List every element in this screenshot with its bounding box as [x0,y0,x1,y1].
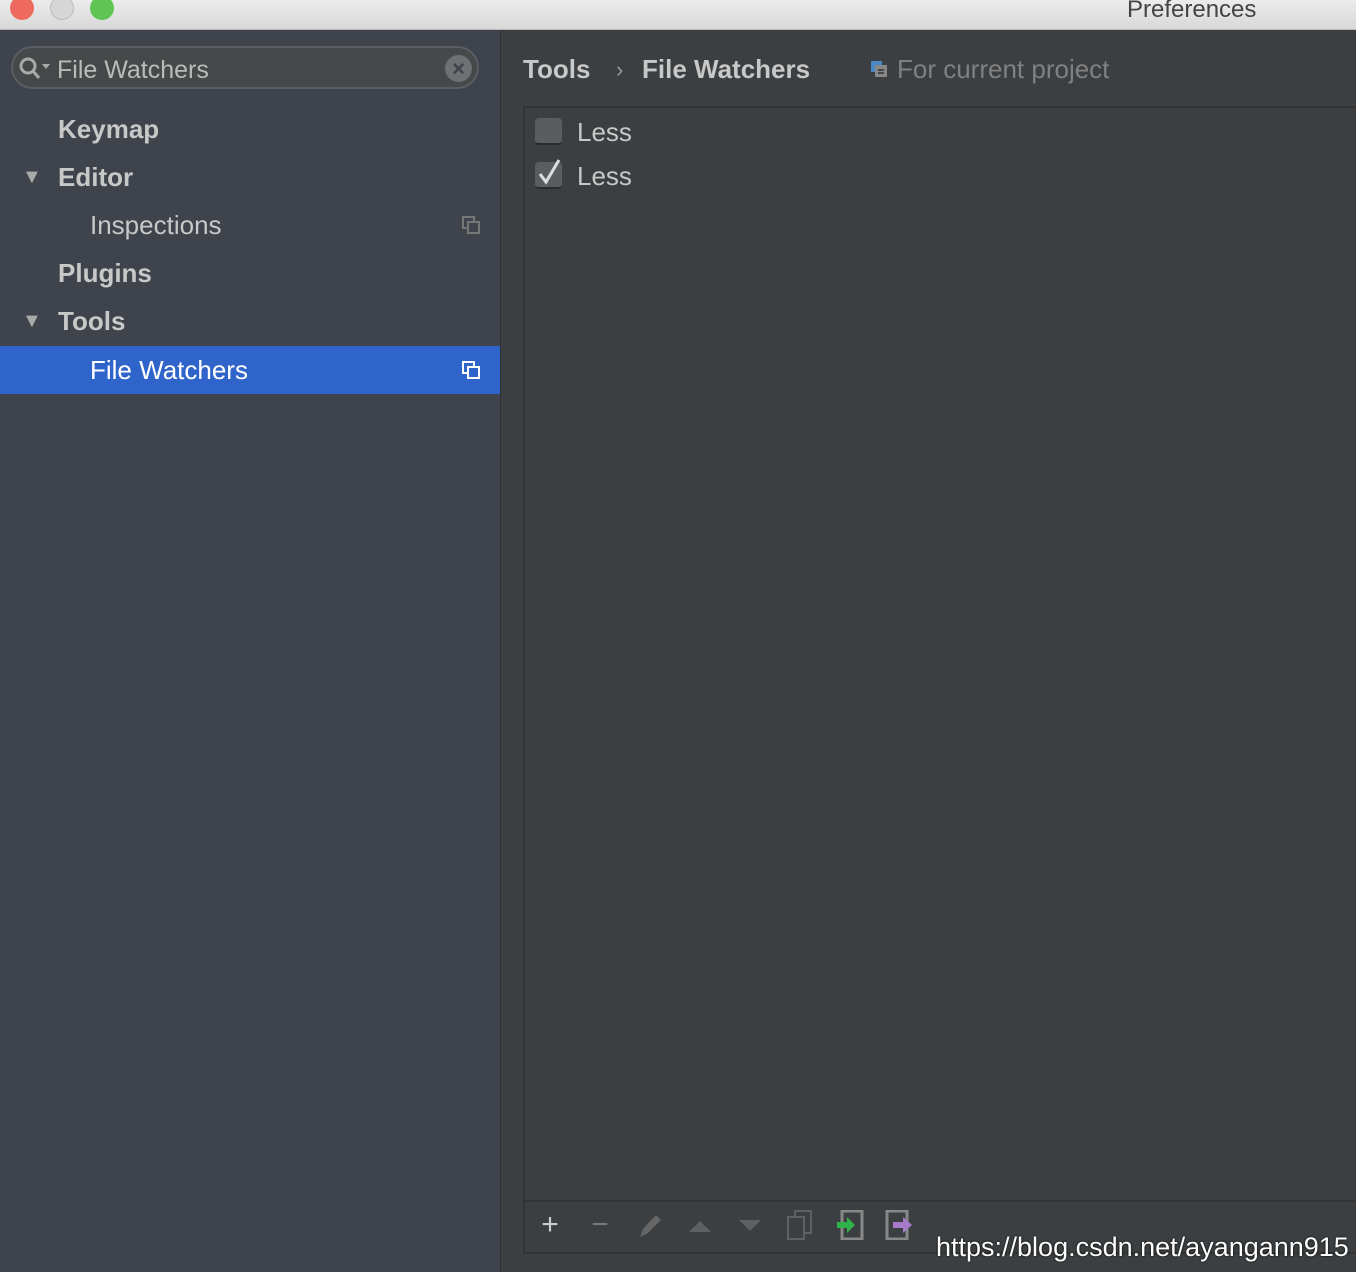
breadcrumb-separator: › [616,57,624,82]
move-up-icon[interactable] [685,1210,715,1240]
sidebar-item-keymap[interactable]: Keymap [0,105,500,153]
sidebar-item-file-watchers[interactable]: File Watchers [0,346,500,394]
zoom-window-button[interactable] [90,0,114,20]
minimize-window-button[interactable] [50,0,74,20]
watermark: https://blog.csdn.net/ayangann915 [936,1232,1349,1262]
project-scope-icon [462,361,480,379]
sidebar-item-editor[interactable]: ▼ Editor [0,153,500,201]
close-window-button[interactable] [10,0,34,20]
project-scope-icon [871,61,887,77]
window-title: Preferences [1127,0,1257,23]
sidebar-item-inspections[interactable]: Inspections [0,201,500,249]
sidebar-item-tools[interactable]: ▼ Tools [0,297,500,345]
checkbox-checked[interactable] [535,159,562,189]
sidebar-item-plugins[interactable]: Plugins [0,249,500,297]
import-icon[interactable] [835,1210,865,1240]
breadcrumb-current: File Watchers [642,54,811,84]
scope-label: For current project [897,54,1110,84]
watchers-list: Less Less [523,106,1356,1202]
search-value: File Watchers [57,56,209,84]
search-icon[interactable] [18,56,54,82]
clear-search-icon[interactable]: × [445,55,472,82]
search-input[interactable]: File Watchers × [11,46,479,89]
checkmark-icon [538,159,561,185]
main-panel: Tools › File Watchers For current projec… [502,30,1356,1272]
expanded-arrow-icon[interactable]: ▼ [22,297,42,345]
copy-icon[interactable] [785,1210,815,1240]
sidebar: File Watchers × Keymap ▼ Editor Inspectio… [0,30,501,1272]
move-down-icon[interactable] [735,1210,765,1240]
remove-icon[interactable]: − [585,1210,615,1240]
add-icon[interactable]: + [535,1210,565,1240]
project-scope-icon [462,216,480,234]
breadcrumb-parent[interactable]: Tools [523,54,590,85]
expanded-arrow-icon[interactable]: ▼ [22,153,42,201]
title-bar: Preferences [0,0,1356,30]
edit-icon[interactable] [635,1210,665,1240]
export-icon[interactable] [885,1210,915,1240]
checkbox-unchecked[interactable] [535,118,562,145]
